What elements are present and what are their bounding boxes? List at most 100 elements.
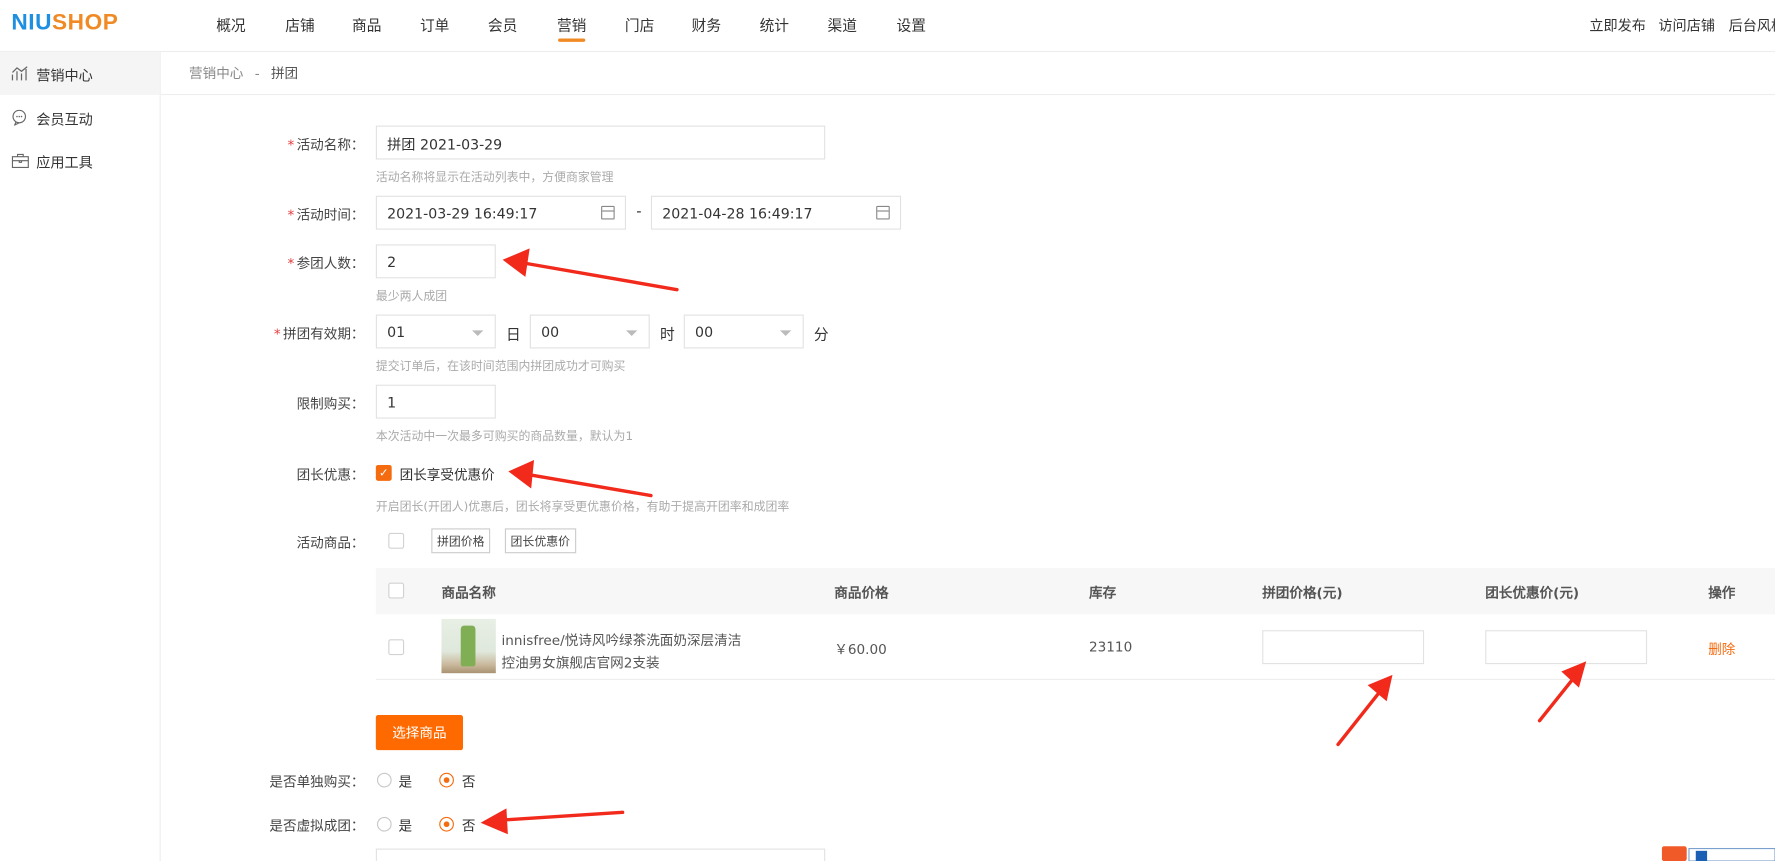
- batch-select-checkbox[interactable]: [388, 532, 405, 549]
- single-buy-yes-label[interactable]: 是: [398, 772, 412, 791]
- leader-discount-checkbox-label[interactable]: 团长享受优惠价: [400, 465, 495, 484]
- activity-name-hint: 活动名称将显示在活动列表中，方便商家管理: [375, 170, 614, 185]
- nav-finance[interactable]: 财务: [692, 14, 721, 35]
- batch-leader-price-button[interactable]: 团长优惠价: [504, 528, 576, 554]
- leader-discount-hint: 开启团长(开团人)优惠后，团长将享受更优惠价格，有助于提高开团率和成团率: [375, 500, 790, 514]
- nav-statistics[interactable]: 统计: [760, 14, 789, 35]
- activity-time-label: * 活动时间：: [287, 207, 365, 223]
- ime-toolbar[interactable]: [1661, 844, 1775, 861]
- virtual-group-no-radio[interactable]: [439, 816, 454, 832]
- virtual-group-no-label[interactable]: 否: [462, 816, 476, 835]
- logo-text-niu: NIU: [11, 10, 53, 36]
- minute-unit: 分: [813, 326, 829, 344]
- toolbox-icon: [11, 153, 29, 169]
- arrow-icon: [480, 808, 508, 835]
- activity-name-label: * 活动名称：: [287, 136, 365, 153]
- purchase-limit-input[interactable]: 1: [375, 384, 496, 419]
- single-buy-yes-radio[interactable]: [376, 772, 392, 788]
- purchase-limit-hint: 本次活动中一次最多可购买的商品数量，默认为1: [375, 429, 634, 444]
- breadcrumb-parent[interactable]: 营销中心: [189, 63, 243, 82]
- next-field-input[interactable]: [375, 848, 826, 861]
- arrow-icon: [1367, 674, 1393, 702]
- leader-price-input[interactable]: [1485, 630, 1648, 665]
- arrow-icon: [1336, 688, 1383, 747]
- select-all-checkbox[interactable]: [388, 582, 405, 599]
- chart-icon: [11, 66, 28, 81]
- arrow-icon: [508, 460, 535, 489]
- top-header: NIUSHOP 概况 店铺 商品 订单 会员 营销 门店 财务 统计 渠道 设置…: [0, 0, 1775, 53]
- product-thumbnail: [441, 618, 496, 674]
- arrow-icon: [523, 472, 653, 498]
- day-unit: 日: [506, 326, 521, 344]
- delete-link[interactable]: 删除: [1708, 639, 1735, 658]
- single-buy-no-label[interactable]: 否: [462, 772, 476, 791]
- nav-orders[interactable]: 订单: [420, 14, 449, 35]
- end-time-input[interactable]: 2021-04-28 16:49:17: [650, 195, 902, 230]
- arrow-icon: [1537, 673, 1578, 723]
- chevron-down-icon: [472, 330, 484, 337]
- row-checkbox[interactable]: [388, 639, 405, 656]
- visit-store-link[interactable]: 访问店铺: [1658, 14, 1715, 35]
- sidebar-item-label: 营销中心: [36, 66, 93, 84]
- sidebar: 营销中心 会员互动 应用工具: [0, 52, 161, 861]
- sidebar-item-app-tools[interactable]: 应用工具: [0, 139, 160, 182]
- publish-now-link[interactable]: 立即发布: [1589, 14, 1646, 35]
- breadcrumb-separator: -: [254, 65, 260, 81]
- activity-name-input[interactable]: 拼团 2021-03-29: [375, 125, 826, 160]
- admin-style-link[interactable]: 后台风格: [1729, 14, 1775, 35]
- batch-group-price-button[interactable]: 拼团价格: [431, 528, 491, 554]
- activity-goods-label: 活动商品：: [296, 535, 365, 551]
- breadcrumb: 营销中心 - 拼团: [160, 52, 1775, 96]
- ime-icon: [1661, 846, 1775, 861]
- annotation-arrows: [480, 248, 1587, 835]
- minute-value: 00: [695, 323, 714, 340]
- nav-stores[interactable]: 门店: [625, 14, 654, 35]
- chat-icon: [12, 109, 27, 126]
- calendar-icon[interactable]: [876, 205, 890, 220]
- nav-marketing[interactable]: 营销: [557, 14, 586, 35]
- end-time-value: 2021-04-28 16:49:17: [662, 204, 813, 222]
- arrow-icon: [496, 810, 625, 822]
- group-size-input[interactable]: 2: [375, 244, 496, 279]
- single-buy-no-radio[interactable]: [439, 772, 454, 788]
- start-time-input[interactable]: 2021-03-29 16:49:17: [375, 195, 627, 230]
- nav-channels[interactable]: 渠道: [827, 14, 856, 35]
- column-header-stock: 库存: [1089, 584, 1117, 601]
- nav-overview[interactable]: 概况: [216, 14, 245, 35]
- single-buy-label: 是否单独购买：: [269, 773, 365, 790]
- logo-text-shop: SHOP: [52, 10, 119, 36]
- nav-members[interactable]: 会员: [488, 14, 517, 35]
- nav-goods[interactable]: 商品: [352, 14, 381, 35]
- validity-hour-select[interactable]: 00: [529, 314, 650, 349]
- column-header-leader-price: 团长优惠价(元): [1485, 584, 1580, 601]
- breadcrumb-current: 拼团: [270, 65, 299, 82]
- validity-day-select[interactable]: 01: [375, 314, 496, 349]
- group-size-hint: 最少两人成团: [375, 289, 448, 304]
- virtual-group-yes-radio[interactable]: [376, 816, 392, 832]
- column-header-name: 商品名称: [441, 584, 496, 601]
- sidebar-item-marketing-center[interactable]: 营销中心: [0, 52, 160, 96]
- virtual-group-yes-label[interactable]: 是: [398, 816, 412, 835]
- calendar-icon[interactable]: [601, 205, 615, 220]
- day-value: 01: [387, 323, 406, 340]
- group-size-label: * 参团人数：: [287, 255, 365, 272]
- select-goods-button[interactable]: 选择商品: [375, 715, 463, 751]
- validity-minute-select[interactable]: 00: [683, 314, 804, 349]
- group-price-input[interactable]: [1262, 630, 1425, 665]
- arrow-icon: [502, 248, 530, 277]
- sidebar-item-label: 应用工具: [36, 153, 93, 171]
- sidebar-item-member-interaction[interactable]: 会员互动: [0, 96, 160, 139]
- virtual-group-label: 是否虚拟成团：: [269, 818, 365, 834]
- hour-unit: 时: [659, 326, 675, 344]
- column-header-group-price: 拼团价格(元): [1262, 584, 1343, 601]
- validity-hint: 提交订单后，在该时间范围内拼团成功才可购买: [375, 359, 626, 374]
- product-stock: 23110: [1089, 639, 1133, 656]
- niushop-logo[interactable]: NIUSHOP: [11, 10, 118, 36]
- active-nav-indicator: [558, 38, 586, 42]
- product-price: ￥60.00: [834, 641, 887, 658]
- nav-settings[interactable]: 设置: [897, 14, 926, 35]
- leader-discount-checkbox[interactable]: ✓: [375, 465, 392, 481]
- column-header-price: 商品价格: [834, 584, 889, 601]
- nav-shop[interactable]: 店铺: [285, 14, 314, 35]
- leader-discount-label: 团长优惠：: [296, 467, 365, 484]
